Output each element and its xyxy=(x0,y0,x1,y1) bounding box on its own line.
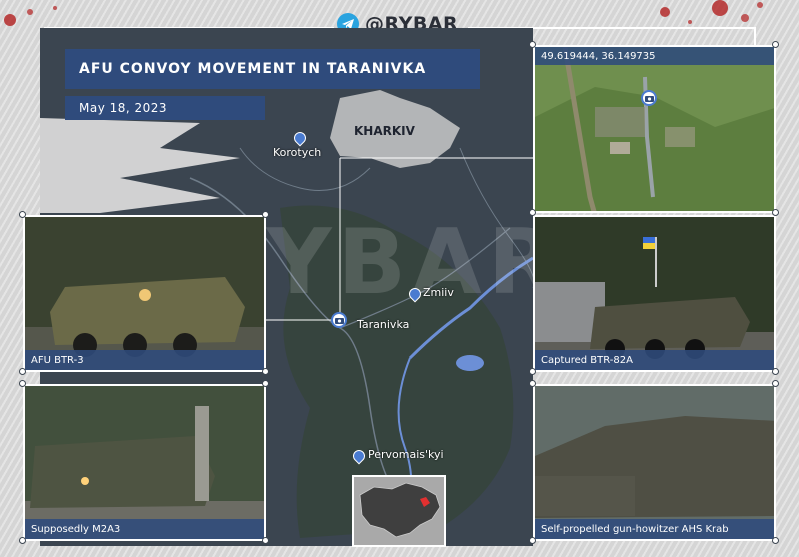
caption-krab: Self-propelled gun-howitzer AHS Krab xyxy=(535,519,774,539)
corner-dot xyxy=(262,537,269,544)
photo-satellite[interactable]: 49.619444, 36.149735 xyxy=(533,45,776,213)
corner-dot xyxy=(529,41,536,48)
title-banner: AFU CONVOY MOVEMENT IN TARANIVKA xyxy=(65,49,480,89)
corner-dot xyxy=(262,380,269,387)
photo-krab[interactable]: Self-propelled gun-howitzer AHS Krab xyxy=(533,384,776,541)
corner-dot xyxy=(262,368,269,375)
corner-dot xyxy=(772,537,779,544)
label-zmiiv: Zmiiv xyxy=(423,286,454,299)
satellite-coordinates: 49.619444, 36.149735 xyxy=(535,47,774,65)
caption-m2a3: Supposedly M2A3 xyxy=(25,519,264,539)
date-banner: May 18, 2023 xyxy=(65,96,265,120)
frame-right xyxy=(754,27,756,47)
label-korotych: Korotych xyxy=(273,146,322,159)
corner-dot xyxy=(772,368,779,375)
corner-dot xyxy=(772,380,779,387)
map-title: AFU CONVOY MOVEMENT IN TARANIVKA xyxy=(79,61,427,77)
corner-dot xyxy=(19,211,26,218)
corner-dot xyxy=(19,368,26,375)
camera-pin-taranivka[interactable] xyxy=(331,312,347,328)
corner-dot xyxy=(772,41,779,48)
corner-dot xyxy=(529,537,536,544)
photo-btr82a[interactable]: Captured BTR-82A xyxy=(533,215,776,372)
photo-m2a3[interactable]: Supposedly M2A3 xyxy=(23,384,266,541)
camera-pin-satellite[interactable] xyxy=(641,90,657,106)
corner-dot xyxy=(19,380,26,387)
label-pervomaiskyi: Pervomais'kyi xyxy=(368,448,444,461)
corner-dot xyxy=(772,209,779,216)
photo-btr3[interactable]: AFU BTR-3 xyxy=(23,215,266,372)
caption-btr82a: Captured BTR-82A xyxy=(535,350,774,370)
corner-dot xyxy=(19,537,26,544)
camera-icon xyxy=(334,317,344,324)
corner-dot xyxy=(529,209,536,216)
caption-btr3: AFU BTR-3 xyxy=(25,350,264,370)
inset-ukraine-map xyxy=(352,475,446,547)
corner-dot xyxy=(529,368,536,375)
label-taranivka: Taranivka xyxy=(357,318,410,331)
corner-dot xyxy=(262,211,269,218)
map-date: May 18, 2023 xyxy=(79,101,168,115)
corner-dot xyxy=(529,380,536,387)
camera-icon xyxy=(644,95,654,102)
label-kharkiv: KHARKIV xyxy=(354,124,415,138)
